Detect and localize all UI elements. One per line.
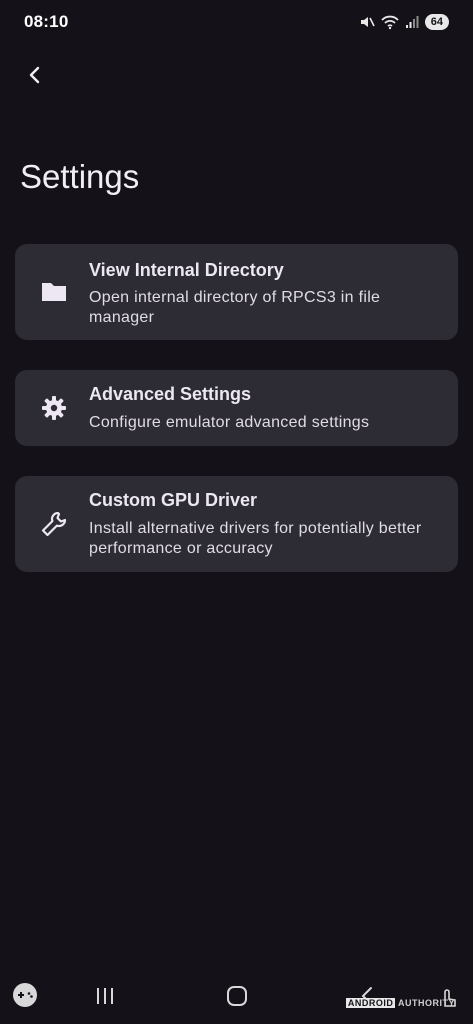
navigation-bar [0,968,473,1024]
wrench-icon [39,509,69,539]
watermark: ANDROID AUTHORITY [345,998,455,1008]
mute-icon [359,14,375,30]
watermark-part1: ANDROID [345,998,396,1008]
battery-indicator: 64 [424,14,449,30]
settings-item-advanced-settings[interactable]: Advanced Settings Configure emulator adv… [15,370,458,446]
settings-item-custom-gpu-driver[interactable]: Custom GPU Driver Install alternative dr… [15,476,458,572]
page-title: Settings [20,158,140,195]
gear-icon [39,393,69,423]
signal-icon [405,15,419,29]
recents-icon[interactable] [95,986,115,1011]
back-button[interactable] [18,60,52,94]
settings-item-title: Custom GPU Driver [89,490,258,510]
wifi-icon [381,14,399,30]
home-icon[interactable] [226,985,248,1012]
settings-item-description: Configure emulator advanced settings [89,414,370,431]
status-time: 08:10 [24,12,69,31]
gamepad-icon[interactable] [12,982,38,1013]
status-bar: 08:10 64 [0,0,473,44]
settings-item-title: View Internal Directory [89,260,284,280]
status-icons: 64 [359,14,449,30]
chevron-left-icon [28,66,42,89]
watermark-part2: AUTHORITY [398,998,455,1008]
folder-icon [39,277,69,307]
settings-item-description: Open internal directory of RPCS3 in file… [89,289,381,326]
settings-item-description: Install alternative drivers for potentia… [89,520,422,557]
settings-item-view-internal-directory[interactable]: View Internal Directory Open internal di… [15,244,458,340]
settings-item-title: Advanced Settings [89,384,252,404]
